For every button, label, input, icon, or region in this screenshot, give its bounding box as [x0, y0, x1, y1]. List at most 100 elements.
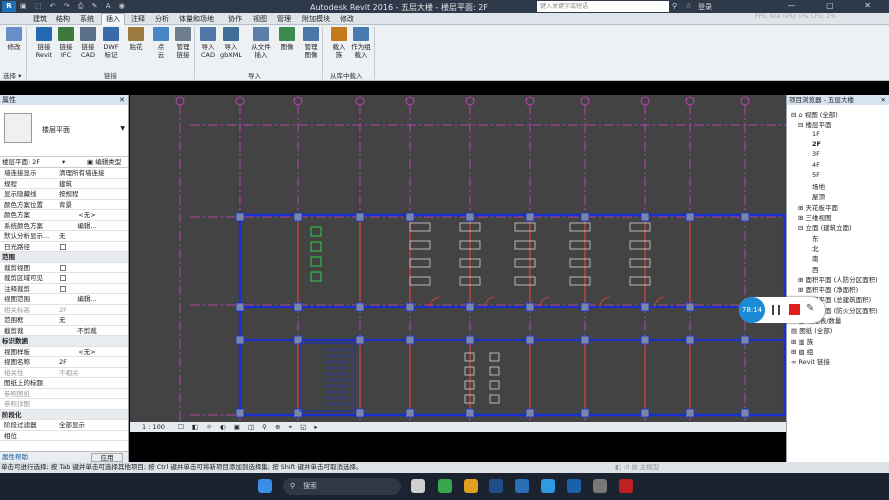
- property-row[interactable]: 视图样板 <无>: [0, 347, 128, 357]
- load-as-group-button[interactable]: 作为组 载入: [350, 27, 372, 59]
- checkbox[interactable]: [60, 243, 66, 250]
- pause-icon[interactable]: [772, 305, 780, 315]
- property-row[interactable]: 参照图纸: [0, 389, 128, 399]
- checkbox[interactable]: [60, 264, 66, 271]
- drawing-canvas[interactable]: [130, 95, 786, 432]
- browser-tree-item[interactable]: 南: [812, 253, 819, 263]
- app-icon[interactable]: [593, 479, 607, 493]
- edit-type-button[interactable]: ▣ 编辑类型: [87, 157, 121, 168]
- import-gbxml-button[interactable]: 导入 gbXML: [220, 27, 242, 59]
- browser-tree-item[interactable]: 北: [812, 243, 819, 253]
- windows-start-icon[interactable]: [258, 479, 272, 493]
- quick-access-toolbar[interactable]: ▣ ⬚ ↶ ↷ ⎙ ✎ A ◉: [20, 2, 128, 11]
- browser-tree-item[interactable]: 东: [812, 233, 819, 243]
- import-cad-button[interactable]: 导入 CAD: [197, 27, 219, 59]
- tab-modify[interactable]: 修改: [340, 14, 354, 24]
- tab-addins[interactable]: 附加模块: [302, 14, 330, 24]
- tab-manage[interactable]: 管理: [277, 14, 291, 24]
- close-icon[interactable]: ✕: [119, 95, 125, 105]
- property-row[interactable]: 参照详图: [0, 399, 128, 410]
- checkbox[interactable]: [60, 275, 66, 281]
- type-selector[interactable]: 楼层平面 ▼: [0, 105, 128, 157]
- property-row[interactable]: 默认分析显示... 无: [0, 231, 128, 242]
- property-row[interactable]: 裁剪区域可见: [0, 273, 128, 284]
- decal-button[interactable]: 贴花: [125, 27, 147, 51]
- wechat-icon[interactable]: [438, 479, 452, 493]
- manage-links-button[interactable]: 管理 链接: [172, 27, 194, 59]
- property-row[interactable]: 视图名称 2F: [0, 357, 128, 368]
- tab-view[interactable]: 视图: [253, 14, 267, 24]
- chevron-down-icon[interactable]: ▼: [120, 125, 125, 132]
- edge-icon[interactable]: [541, 479, 555, 493]
- panel-select-label[interactable]: 选择 ▾: [3, 70, 21, 80]
- browser-tree-item[interactable]: 场地: [812, 181, 825, 191]
- image-button[interactable]: 图像: [276, 27, 298, 51]
- property-row[interactable]: 相关标高 2F: [0, 305, 128, 315]
- property-row[interactable]: 颜色方案位置 背景: [0, 200, 128, 210]
- pen-icon[interactable]: ✎: [806, 303, 814, 314]
- window-control-buttons[interactable]: — ▢ ✕: [788, 1, 885, 10]
- status-workset[interactable]: ◧ :0 ▤ 主模型: [615, 462, 659, 473]
- tab-systems[interactable]: 系统: [80, 14, 94, 24]
- property-row[interactable]: 系统颜色方案 编辑...: [0, 221, 128, 231]
- property-row[interactable]: 范围框 无: [0, 315, 128, 326]
- browser-tree-item[interactable]: ⊟ 立面 (建筑立面): [798, 222, 852, 232]
- property-button[interactable]: 编辑...: [59, 221, 115, 231]
- instance-filter[interactable]: 楼层平面: 2F ▾ ▣ 编辑类型: [0, 157, 128, 168]
- browser-tree-item[interactable]: 4F: [812, 161, 820, 169]
- browser-tree-item[interactable]: ⊞ 三维视图: [798, 212, 832, 222]
- browser-tree-item[interactable]: ⊟ 楼层平面: [798, 119, 832, 129]
- browser-tree-item[interactable]: ⊞ 面积平面 (净面积): [798, 284, 858, 294]
- revit-app-icon[interactable]: R: [2, 1, 16, 12]
- tab-collaborate[interactable]: 协作: [228, 14, 242, 24]
- property-button[interactable]: <无>: [59, 210, 115, 220]
- property-row[interactable]: 裁剪视图: [0, 263, 128, 273]
- file-explorer-icon[interactable]: [464, 479, 478, 493]
- point-cloud-button[interactable]: 点云: [150, 27, 172, 59]
- property-row[interactable]: 规程 建筑: [0, 179, 128, 189]
- property-button[interactable]: 编辑...: [59, 294, 115, 304]
- property-row[interactable]: 图纸上的标题: [0, 378, 128, 389]
- link-revit-button[interactable]: 链接 Revit: [33, 27, 55, 59]
- property-button[interactable]: 不剪裁: [59, 326, 115, 336]
- property-row[interactable]: 视图范围 编辑...: [0, 294, 128, 305]
- link-cad-button[interactable]: 链接 CAD: [77, 27, 99, 59]
- browser-tree-item[interactable]: ⊟ ⌂ 视图 (全部): [791, 109, 838, 119]
- property-row[interactable]: 日光路径: [0, 242, 128, 252]
- tab-annotate[interactable]: 注释: [131, 14, 145, 24]
- dwf-button[interactable]: DWF 标记: [100, 27, 122, 59]
- browser-tree-item[interactable]: 1F: [812, 130, 820, 138]
- property-group-header[interactable]: 阶段化: [0, 409, 128, 420]
- browser-tree-item[interactable]: 2F: [812, 140, 821, 148]
- chevron-down-icon[interactable]: ▾: [62, 157, 65, 168]
- browser-tree-item[interactable]: 5F: [812, 171, 820, 179]
- cursor-button[interactable]: 修改: [3, 27, 25, 51]
- checkbox[interactable]: [60, 285, 66, 292]
- property-row[interactable]: 相关性 不相关: [0, 368, 128, 378]
- view-scale[interactable]: 1 : 100: [142, 422, 165, 432]
- property-row[interactable]: 注释裁剪: [0, 284, 128, 294]
- search-input[interactable]: 键入关键字或短语: [537, 1, 669, 12]
- tab-analyze[interactable]: 分析: [155, 14, 169, 24]
- property-group-header[interactable]: 标识数据: [0, 336, 128, 347]
- steam-icon[interactable]: [489, 479, 503, 493]
- taskbar-search[interactable]: ⚲ 搜索: [283, 478, 401, 495]
- floor-selector[interactable]: 楼层平面: 2F: [2, 158, 40, 166]
- browser-tree-item[interactable]: 屋顶: [812, 191, 825, 201]
- tab-massing-site[interactable]: 体量和场地: [179, 14, 214, 24]
- load-family-button[interactable]: 载入族: [328, 27, 350, 59]
- property-row[interactable]: 截剪裁 不剪裁: [0, 326, 128, 336]
- tab-architecture[interactable]: 建筑: [33, 14, 47, 24]
- apply-button[interactable]: 应用: [91, 453, 123, 462]
- task-view-icon[interactable]: [411, 479, 425, 493]
- floor-plan-drawing[interactable]: [130, 95, 786, 432]
- view-control-icons[interactable]: ☐ ◧ ☼ ◐ ▣ ◫ ⚲ ⊕ ⌖ ◱ ▸: [178, 422, 321, 432]
- app-64-icon[interactable]: [515, 479, 529, 493]
- property-row[interactable]: 相位: [0, 431, 128, 441]
- property-row[interactable]: 墙连接显示 清理所有墙连接: [0, 168, 128, 179]
- browser-tree-item[interactable]: ⊞ ▥ 族: [791, 336, 813, 346]
- browser-tree-item[interactable]: ⊞ 面积平面 (人防分区面积): [798, 274, 878, 284]
- login-button[interactable]: 登录: [698, 2, 712, 12]
- browser-tree-item[interactable]: 3F: [812, 150, 820, 158]
- link-ifc-button[interactable]: 链接 IFC: [55, 27, 77, 59]
